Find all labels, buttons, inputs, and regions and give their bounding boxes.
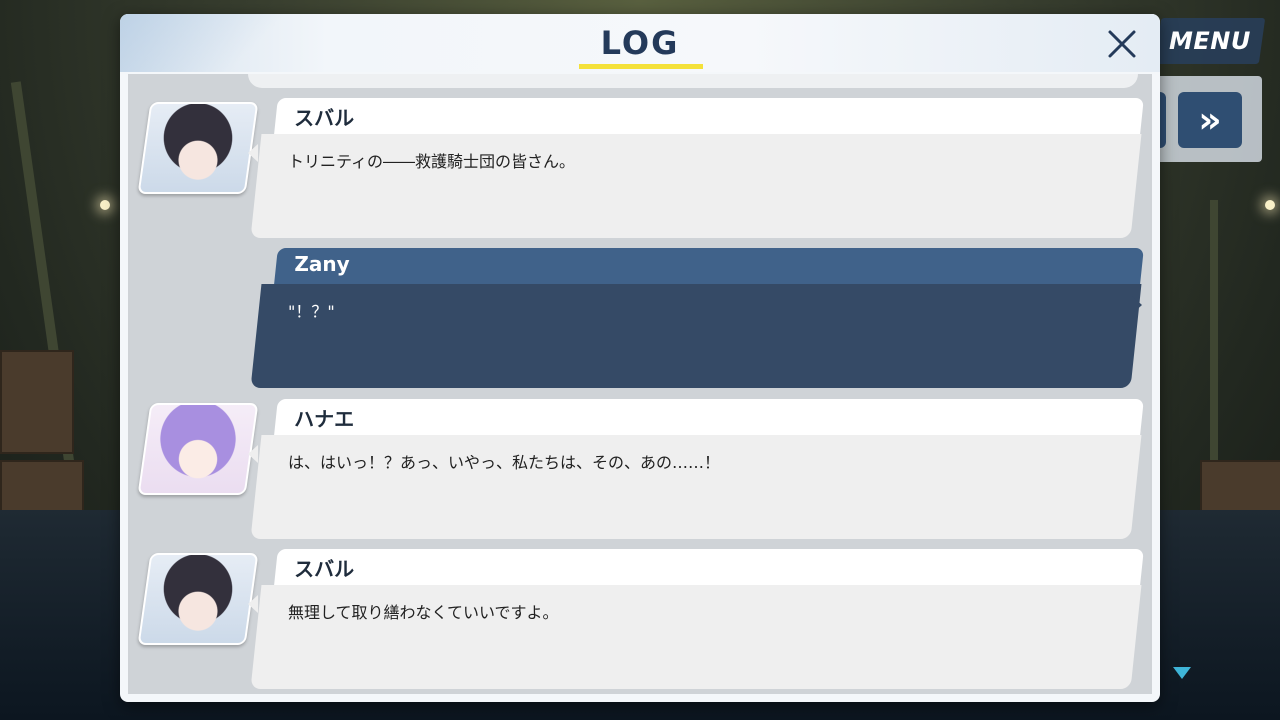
- speech-tail: [248, 445, 258, 463]
- previous-entry-edge: [248, 74, 1138, 88]
- speaker-name-bar: スバル: [274, 98, 1144, 134]
- hanae-portrait: [137, 403, 259, 495]
- menu-button-label: MENU: [1169, 27, 1251, 55]
- menu-button[interactable]: MENU: [1154, 18, 1266, 64]
- scroll-down-triangle-icon[interactable]: [1173, 667, 1191, 679]
- light-bulb: [1265, 200, 1275, 210]
- fast-forward-icon: »: [1198, 99, 1221, 141]
- speaker-name: スバル: [294, 557, 355, 581]
- log-list[interactable]: スバル トリニティの――救護騎士団の皆さん。 Zany "！？" ハナエ は、は…: [128, 74, 1152, 694]
- close-button[interactable]: [1100, 22, 1144, 66]
- log-title: LOG: [600, 24, 680, 62]
- speaker-name: ハナエ: [294, 407, 355, 431]
- skip-button[interactable]: »: [1178, 92, 1242, 148]
- subaru-portrait: [137, 553, 259, 645]
- title-underline: [579, 64, 703, 69]
- speaker-name: スバル: [294, 106, 355, 130]
- message-box: [250, 284, 1142, 388]
- speaker-name-bar: Zany: [274, 248, 1144, 284]
- close-x-icon: [1108, 30, 1136, 58]
- log-window: LOG スバル トリニティの――救護騎士団の皆さん。 Zany "！？" ハナエ…: [120, 14, 1160, 702]
- subaru-portrait: [137, 102, 259, 194]
- message-text: トリニティの――救護騎士団の皆さん。: [288, 152, 576, 171]
- speaker-name: Zany: [294, 252, 350, 276]
- speaker-name-bar: スバル: [274, 549, 1144, 585]
- speech-tail: [248, 595, 258, 613]
- message-text: は、はいっ！？あっ、いやっ、私たちは、その、あの……！: [288, 453, 721, 472]
- speaker-name-bar: ハナエ: [274, 399, 1144, 435]
- speech-tail: [248, 144, 258, 162]
- crate: [0, 350, 74, 454]
- message-text: 無理して取り繕わなくていいですよ。: [288, 603, 559, 622]
- log-header: LOG: [120, 14, 1160, 72]
- speech-tail: [1132, 296, 1142, 314]
- light-bulb: [100, 200, 110, 210]
- message-text: "！？": [288, 302, 335, 321]
